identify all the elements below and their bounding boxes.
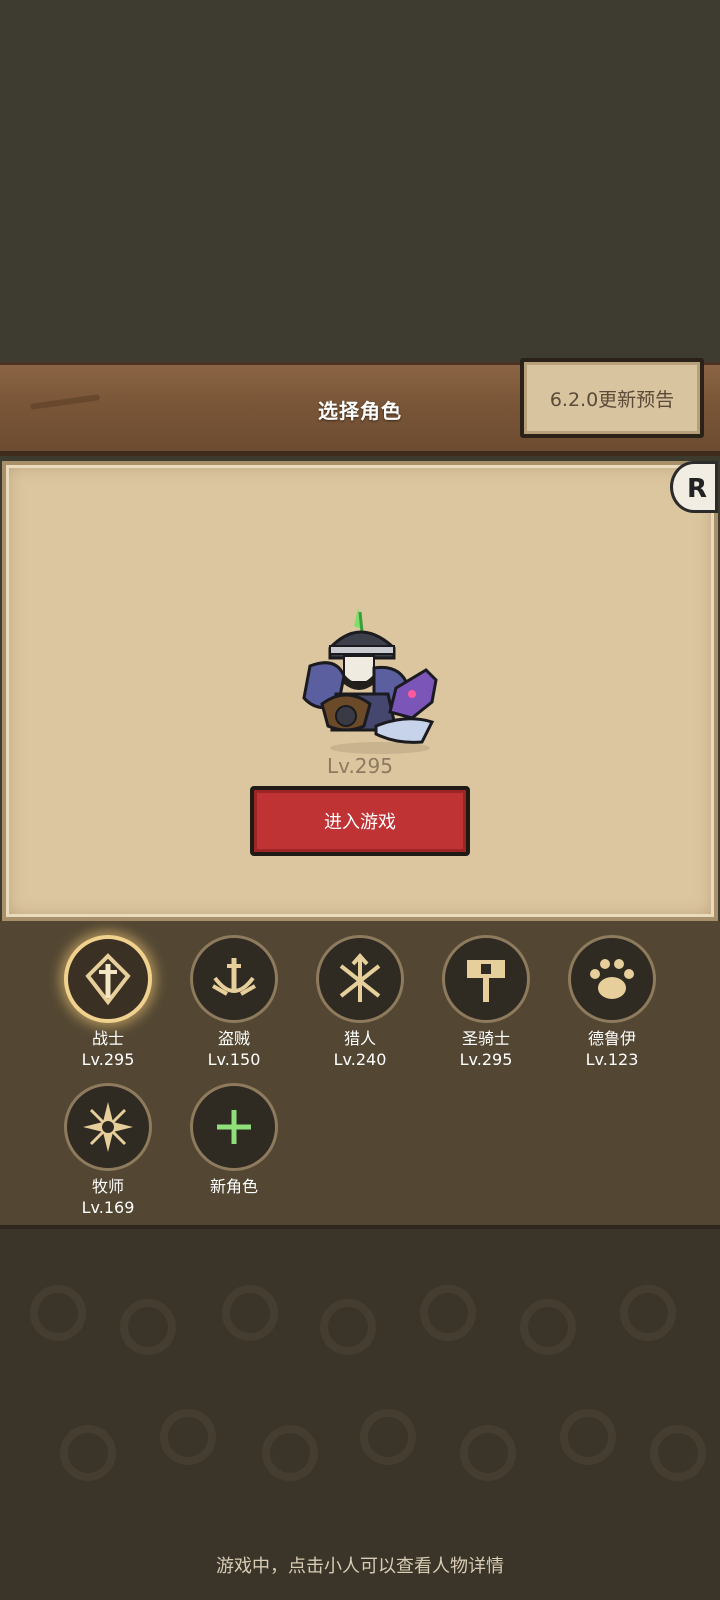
emblem-icon — [30, 1285, 86, 1341]
class-name: 战士 — [91, 1029, 124, 1048]
hunter-icon[interactable] — [316, 935, 404, 1023]
class-name: 猎人 — [343, 1029, 376, 1048]
class-name: 德鲁伊 — [587, 1029, 636, 1048]
emblem-icon — [360, 1409, 416, 1465]
warrior-icon[interactable] — [64, 935, 152, 1023]
emblem-icon — [420, 1285, 476, 1341]
class-level: Lv.295 — [81, 1050, 135, 1069]
class-level: Lv.123 — [585, 1050, 639, 1069]
class-name: 牧师 — [91, 1177, 124, 1196]
class-name: 圣骑士 — [461, 1029, 510, 1048]
gameplay-hint: 游戏中，点击小人可以查看人物详情 — [216, 1556, 504, 1577]
paladin-icon[interactable] — [442, 935, 530, 1023]
emblem-icon — [120, 1299, 176, 1355]
update-preview-label: 6.2.0更新预告 — [549, 388, 675, 411]
emblem-icon — [460, 1425, 516, 1481]
class-selection-area: 战士 Lv.295 盗贼 Lv.150 猎人 Lv.240 圣骑士 Lv.295… — [0, 921, 720, 1229]
emblem-icon — [262, 1425, 318, 1481]
emblem-icon — [222, 1285, 278, 1341]
class-slot-paladin[interactable]: 圣骑士 Lv.295 — [436, 935, 536, 1071]
class-level: Lv.169 — [81, 1198, 135, 1217]
class-name: 新角色 — [209, 1177, 258, 1196]
class-slot-rogue[interactable]: 盗贼 Lv.150 — [184, 935, 284, 1071]
class-name: 盗贼 — [217, 1029, 250, 1048]
top-empty-area — [0, 0, 720, 362]
plus-icon[interactable] — [190, 1083, 278, 1171]
emblem-icon — [650, 1425, 706, 1481]
class-level: Lv.240 — [333, 1050, 387, 1069]
emblem-icon — [520, 1299, 576, 1355]
hero-level-label: Lv.295 — [327, 754, 393, 778]
decorative-background — [0, 1229, 720, 1600]
priest-icon[interactable] — [64, 1083, 152, 1171]
class-level: Lv.295 — [459, 1050, 513, 1069]
class-slot-druid[interactable]: 德鲁伊 Lv.123 — [562, 935, 662, 1071]
hero-character-sprite[interactable] — [300, 608, 460, 758]
class-level: Lv.150 — [207, 1050, 261, 1069]
enter-game-button[interactable]: 进入游戏 — [250, 786, 470, 856]
emblem-icon — [60, 1425, 116, 1481]
druid-icon[interactable] — [568, 935, 656, 1023]
emblem-icon — [320, 1299, 376, 1355]
emblem-icon — [560, 1409, 616, 1465]
new-character-slot[interactable]: 新角色 — [184, 1083, 284, 1197]
profile-corner-icon[interactable]: R — [670, 461, 718, 513]
emblem-icon — [620, 1285, 676, 1341]
class-slot-warrior[interactable]: 战士 Lv.295 — [58, 935, 158, 1071]
update-preview-button[interactable]: 6.2.0更新预告 — [520, 358, 704, 438]
rogue-icon[interactable] — [190, 935, 278, 1023]
class-slot-priest[interactable]: 牧师 Lv.169 — [58, 1083, 158, 1219]
class-slot-hunter[interactable]: 猎人 Lv.240 — [310, 935, 410, 1071]
emblem-icon — [160, 1409, 216, 1465]
